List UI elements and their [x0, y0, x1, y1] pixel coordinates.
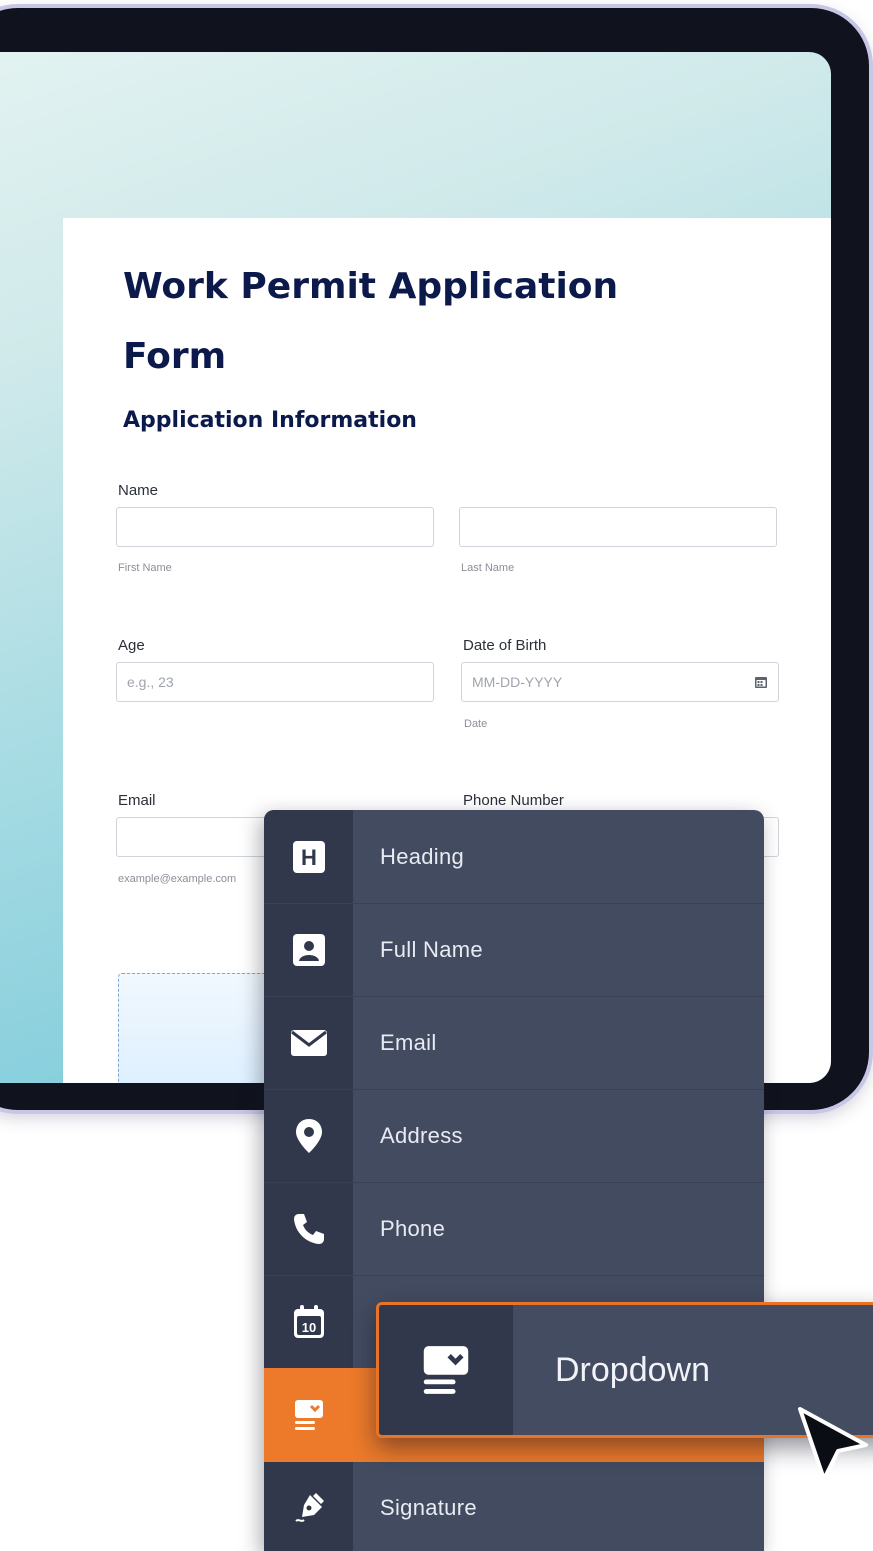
phone-icon	[264, 1182, 353, 1275]
map-pin-icon	[264, 1089, 353, 1182]
calendar-icon-text: 10	[301, 1320, 315, 1335]
menu-item-signature[interactable]: Signature	[264, 1461, 764, 1551]
section-title: Application Information	[123, 408, 417, 433]
dropdown-icon	[264, 1368, 353, 1461]
drop-zone[interactable]	[118, 973, 280, 1083]
menu-item-address[interactable]: Address	[264, 1089, 764, 1183]
dropdown-icon	[379, 1305, 513, 1435]
menu-item-label: Phone	[380, 1215, 446, 1241]
menu-item-heading[interactable]: H Heading	[264, 810, 764, 904]
menu-item-full-name[interactable]: Full Name	[264, 903, 764, 997]
age-label: Age	[118, 637, 145, 654]
calendar-picker-icon[interactable]	[754, 675, 768, 689]
menu-item-label: Full Name	[380, 936, 483, 962]
phone-label: Phone Number	[463, 792, 564, 809]
menu-item-label: Heading	[380, 843, 465, 869]
menu-item-phone[interactable]: Phone	[264, 1182, 764, 1276]
form-title: Work Permit Application Form	[123, 266, 619, 377]
email-label: Email	[118, 792, 156, 809]
dob-sublabel: Date	[464, 718, 488, 730]
age-input[interactable]: e.g., 23	[116, 662, 434, 702]
last-name-sublabel: Last Name	[461, 562, 515, 574]
age-placeholder: e.g., 23	[127, 674, 174, 690]
name-label: Name	[118, 482, 159, 499]
email-sublabel: example@example.com	[118, 873, 237, 885]
first-name-sublabel: First Name	[118, 562, 172, 574]
calendar-icon: 10	[264, 1275, 353, 1368]
dob-label: Date of Birth	[463, 637, 547, 654]
last-name-input[interactable]	[459, 507, 777, 547]
dob-placeholder: MM-DD-YYYY	[472, 674, 563, 690]
form-elements-menu: H Heading Full Name Email Address Phone …	[264, 810, 764, 1551]
heading-icon: H	[264, 810, 353, 903]
menu-item-label: Email	[380, 1029, 437, 1055]
menu-item-label: Signature	[380, 1494, 477, 1520]
dob-input[interactable]: MM-DD-YYYY	[461, 662, 779, 702]
first-name-input[interactable]	[116, 507, 434, 547]
contact-card-icon	[264, 903, 353, 996]
menu-item-label: Address	[380, 1122, 463, 1148]
heading-icon-text: H	[301, 845, 317, 870]
mouse-pointer-icon	[798, 1407, 868, 1481]
pen-icon	[264, 1461, 353, 1551]
dragged-element-label: Dropdown	[555, 1350, 710, 1389]
envelope-icon	[264, 996, 353, 1089]
menu-item-email[interactable]: Email	[264, 996, 764, 1090]
